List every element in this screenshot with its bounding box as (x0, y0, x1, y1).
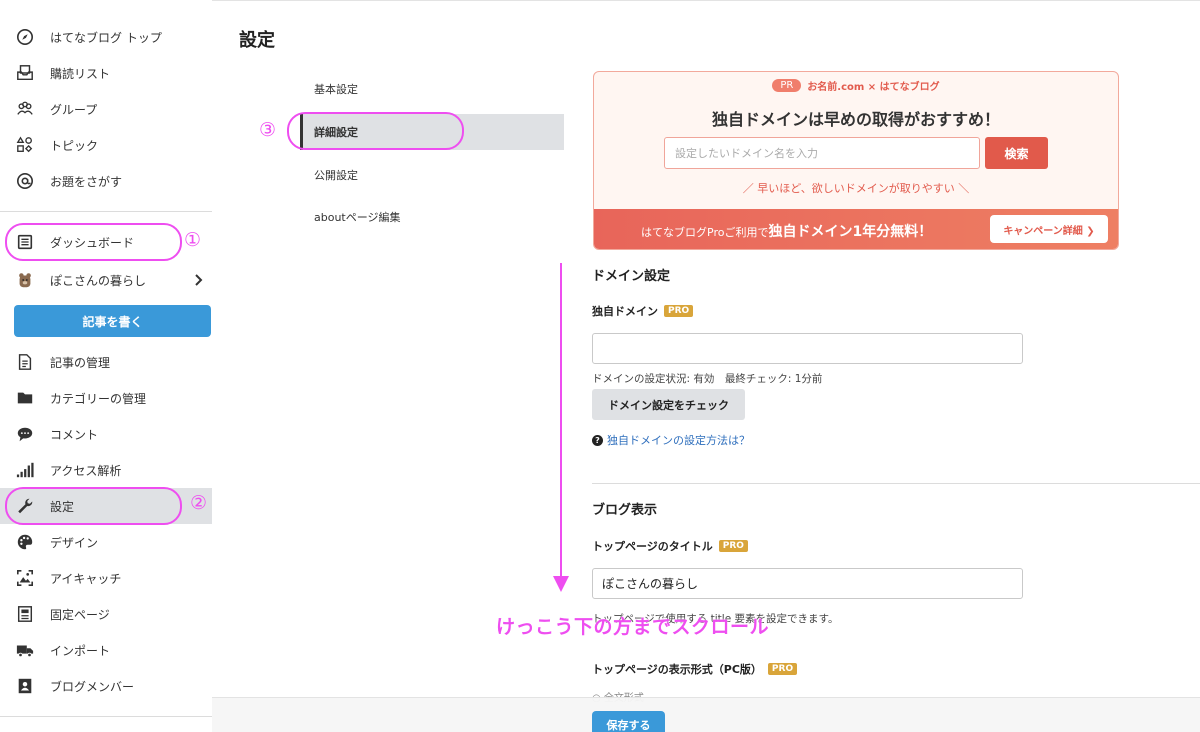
inbox-icon (14, 62, 36, 84)
subnav-publish-settings[interactable]: 公開設定 (300, 157, 564, 193)
domain-help-text: 独自ドメインの設定方法は？ (607, 434, 750, 447)
compass-icon (14, 26, 36, 48)
write-article-button[interactable]: 記事を書く (14, 305, 211, 337)
pr-header-text: お名前.com × はてなブログ (807, 82, 940, 93)
sidebar-item-hatena-top[interactable]: はてなブログ トップ (0, 19, 212, 55)
sidebar-item-label: 固定ページ (50, 607, 110, 622)
check-domain-button[interactable]: ドメイン設定をチェック (592, 389, 745, 420)
bottom-save-bar (212, 697, 1200, 732)
sidebar-item-label: はてなブログ トップ (50, 30, 162, 45)
wrench-icon (14, 495, 36, 517)
pro-badge: PRO (718, 540, 748, 552)
custom-domain-input[interactable] (592, 333, 1023, 364)
sidebar-item-design[interactable]: デザイン (0, 524, 212, 560)
folder-icon (14, 387, 36, 409)
top-page-format-label: トップページの表示形式（PC版） PRO (592, 661, 798, 677)
sidebar-item-comments[interactable]: コメント (0, 416, 212, 452)
sidebar-divider (0, 211, 212, 212)
pr-footer-prefix: はてなブログProご利用で (641, 226, 769, 239)
group-icon (14, 98, 36, 120)
pr-badge: PR (772, 79, 802, 92)
sidebar-item-label: トピック (50, 138, 99, 153)
sidebar-item-find-theme[interactable]: お題をさがす (0, 163, 212, 199)
sidebar-item-reading-list[interactable]: 購読リスト (0, 55, 212, 91)
sidebar-item-label: グループ (50, 102, 98, 117)
chevron-right-icon (195, 274, 203, 286)
sidebar-item-label: 設定 (50, 499, 75, 514)
sidebar-item-analytics[interactable]: アクセス解析 (0, 452, 212, 488)
sidebar-item-label: 記事の管理 (50, 355, 111, 370)
truck-icon (14, 639, 36, 661)
sidebar: はてなブログ トップ 購読リスト グループ トピック お題をさがす ダッシュボー… (0, 0, 212, 732)
list-icon (14, 231, 36, 253)
save-button[interactable]: 保存する (592, 711, 665, 732)
sidebar-item-label: ブログメンバー (50, 679, 135, 694)
image-icon (14, 567, 36, 589)
top-page-title-input[interactable] (592, 568, 1023, 599)
sidebar-item-label: 購読リスト (50, 66, 111, 81)
sidebar-item-import[interactable]: インポート (0, 632, 212, 668)
sidebar-divider (0, 716, 212, 717)
annotation-number-3: ③ (259, 119, 277, 141)
sidebar-item-label: デザイン (50, 535, 99, 550)
custom-domain-label: 独自ドメイン PRO (592, 303, 694, 319)
domain-status-text: ドメインの設定状況: 有効 最終チェック: 1分前 (592, 373, 823, 385)
pro-badge: PRO (664, 305, 694, 317)
sidebar-item-settings[interactable]: 設定 (0, 488, 212, 524)
pr-footer-bold: 独自ドメイン1年分無料！ (768, 224, 933, 240)
page-icon (14, 603, 36, 625)
sidebar-item-label: お題をさがす (50, 174, 123, 189)
question-icon: ? (592, 434, 603, 446)
pr-note: ／ 早いほど、欲しいドメインが取りやすい ＼ (742, 182, 970, 195)
page-title: 設定 (239, 30, 275, 51)
at-icon (14, 170, 36, 192)
domain-search-input[interactable] (664, 137, 980, 169)
sidebar-item-eyecatch[interactable]: アイキャッチ (0, 560, 212, 596)
member-icon (14, 675, 36, 697)
pr-title: 独自ドメインは早めの取得がおすすめ！ (711, 110, 1000, 129)
pr-banner: PR お名前.com × はてなブログ 独自ドメインは早めの取得がおすすめ！ 検… (593, 71, 1119, 250)
top-page-format-label-text: トップページの表示形式（PC版） (592, 663, 762, 676)
pr-header: PR お名前.com × はてなブログ (594, 78, 1118, 93)
sidebar-item-topic[interactable]: トピック (0, 127, 212, 163)
document-icon (14, 351, 36, 373)
bear-icon (14, 269, 36, 291)
custom-domain-label-text: 独自ドメイン (592, 305, 658, 318)
sidebar-item-static-page[interactable]: 固定ページ (0, 596, 212, 632)
subnav-basic-settings[interactable]: 基本設定 (300, 71, 564, 107)
top-page-title-label: トップページのタイトル PRO (592, 538, 748, 554)
sidebar-item-dashboard[interactable]: ダッシュボード (0, 224, 212, 260)
sidebar-item-label: コメント (50, 427, 99, 442)
pr-footer: はてなブログProご利用で独自ドメイン1年分無料！ キャンペーン詳細 ❯ (594, 209, 1118, 249)
bars-icon (14, 459, 36, 481)
sidebar-item-group[interactable]: グループ (0, 91, 212, 127)
campaign-details-button[interactable]: キャンペーン詳細 ❯ (990, 215, 1108, 243)
pro-badge: PRO (767, 663, 798, 675)
shapes-icon (14, 134, 36, 156)
scroll-annotation-text: けっこう下の方までスクロール (496, 616, 770, 638)
scroll-arrow-line (560, 263, 562, 578)
scroll-arrow-head-icon (553, 576, 569, 592)
subnav-about-page[interactable]: aboutページ編集 (300, 199, 564, 235)
domain-help-link[interactable]: ? 独自ドメインの設定方法は？ (592, 432, 750, 448)
sidebar-item-manage-categories[interactable]: カテゴリーの管理 (0, 380, 212, 416)
comment-icon (14, 423, 36, 445)
sidebar-item-label: アクセス解析 (50, 463, 122, 478)
sidebar-item-blog[interactable]: ぽこさんの暮らし (0, 262, 212, 298)
subnav-advanced-settings[interactable]: 詳細設定 (300, 114, 564, 150)
domain-search-button[interactable]: 検索 (985, 137, 1048, 169)
sidebar-item-label: カテゴリーの管理 (50, 391, 147, 406)
sidebar-item-label: ぽこさんの暮らし (50, 273, 147, 288)
sidebar-item-label: アイキャッチ (50, 571, 122, 586)
sidebar-item-blog-members[interactable]: ブログメンバー (0, 668, 212, 704)
sidebar-item-label: ダッシュボード (50, 235, 135, 250)
top-page-title-label-text: トップページのタイトル (592, 540, 713, 553)
domain-settings-heading: ドメイン設定 (592, 269, 671, 284)
sidebar-item-label: インポート (50, 643, 111, 658)
palette-icon (14, 531, 36, 553)
sidebar-item-manage-articles[interactable]: 記事の管理 (0, 344, 212, 380)
section-divider (592, 483, 1200, 484)
pr-footer-text: はてなブログProご利用で独自ドメイン1年分無料！ (641, 221, 932, 241)
blog-display-heading: ブログ表示 (592, 503, 658, 518)
